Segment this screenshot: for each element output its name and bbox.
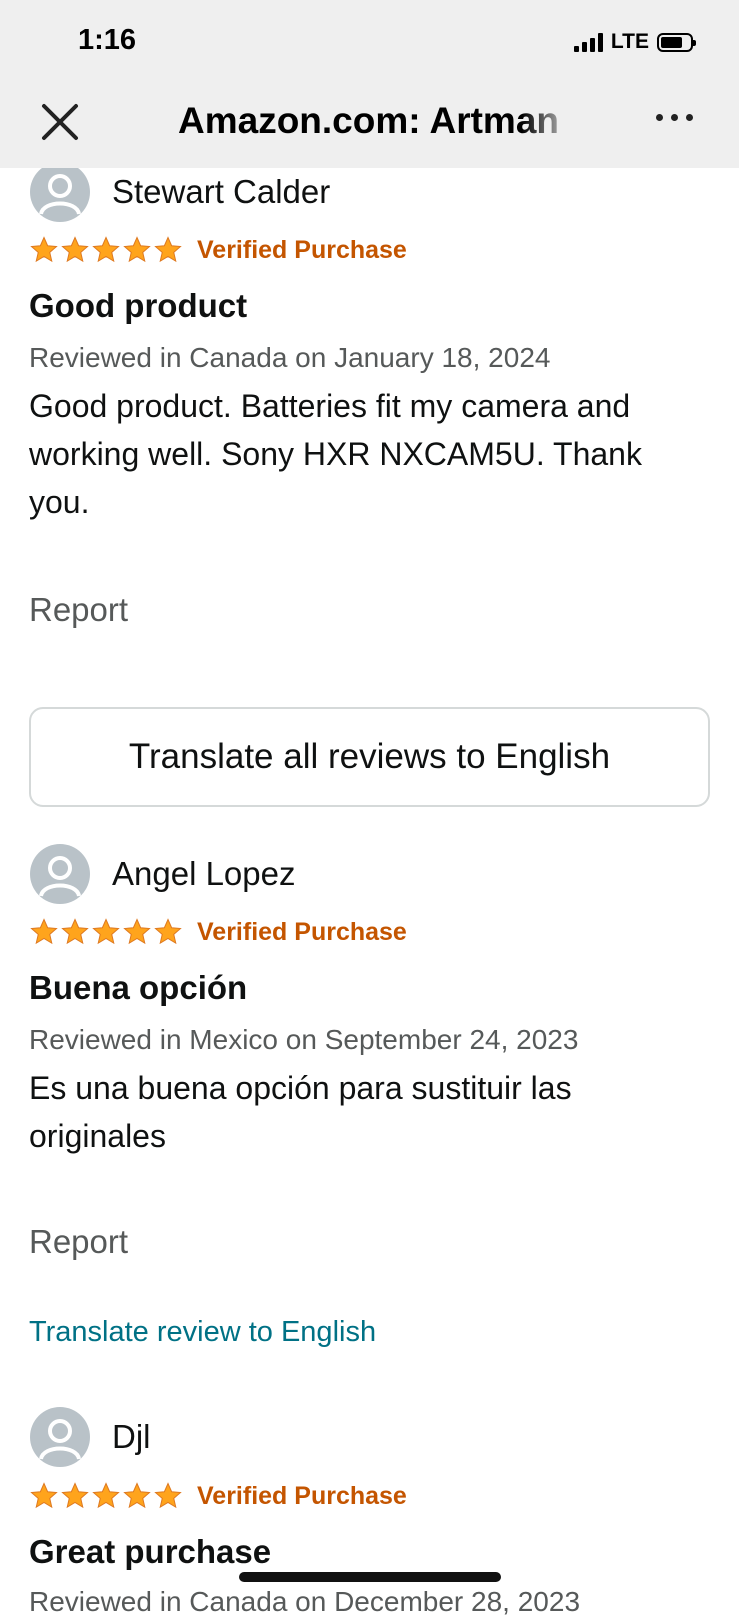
star-icon — [61, 236, 89, 263]
dot-icon — [686, 114, 693, 121]
star-rating — [29, 1481, 183, 1511]
reviewer-name[interactable]: Stewart Calder — [112, 173, 330, 211]
avatar — [30, 1407, 90, 1467]
close-button[interactable] — [38, 100, 82, 144]
close-icon — [42, 104, 78, 140]
reviewer-name[interactable]: Djl — [112, 1418, 151, 1456]
star-icon — [154, 1482, 182, 1509]
star-icon — [123, 236, 151, 263]
reviewer: Djl — [30, 1407, 151, 1467]
verified-purchase-badge: Verified Purchase — [197, 917, 407, 946]
star-rating — [29, 917, 183, 947]
star-icon — [123, 918, 151, 945]
reviewer: Angel Lopez — [30, 844, 295, 904]
translate-all-button[interactable]: Translate all reviews to English — [29, 707, 710, 807]
reviewer: Stewart Calder — [30, 162, 330, 222]
dot-icon — [671, 114, 678, 121]
person-icon — [39, 856, 81, 897]
more-options-button[interactable] — [656, 114, 693, 121]
status-icons: LTE — [573, 30, 696, 54]
reviews-page: Stewart Calder Verified Purchase Good pr… — [0, 0, 739, 1617]
report-link[interactable]: Report — [29, 591, 128, 629]
star-icon — [92, 1482, 120, 1509]
star-icon — [30, 236, 58, 263]
verified-purchase-badge: Verified Purchase — [197, 235, 407, 264]
star-rating — [29, 235, 183, 265]
rating-row: Verified Purchase — [29, 1481, 407, 1511]
review-date: Reviewed in Canada on January 18, 2024 — [29, 342, 551, 373]
rating-row: Verified Purchase — [29, 917, 407, 947]
page-title: Amazon.com: Artman — [178, 100, 560, 141]
network-type: LTE — [610, 30, 649, 53]
reviewer-name[interactable]: Angel Lopez — [112, 855, 295, 893]
star-icon — [123, 1482, 151, 1509]
rating-row: Verified Purchase — [29, 235, 407, 265]
star-icon — [61, 918, 89, 945]
home-indicator[interactable] — [239, 1572, 501, 1582]
person-icon — [39, 174, 81, 215]
dot-icon — [656, 114, 663, 121]
star-icon — [30, 1482, 58, 1509]
star-icon — [92, 918, 120, 945]
review-title: Great purchase — [29, 1533, 272, 1570]
star-icon — [154, 236, 182, 263]
status-time: 1:16 — [78, 24, 137, 56]
avatar — [30, 844, 90, 904]
person-icon — [39, 1419, 81, 1460]
review-date: Reviewed in Canada on December 28, 2023 — [29, 1586, 581, 1617]
report-link[interactable]: Report — [29, 1223, 128, 1261]
review-title: Buena opción — [29, 969, 248, 1006]
review-body: Good product. Batteries fit my camera an… — [29, 388, 642, 520]
verified-purchase-badge: Verified Purchase — [197, 1481, 407, 1510]
review-body: Es una buena opción para sustituir las o… — [29, 1070, 572, 1154]
browser-header: 1:16 LTE Amazon.com: Artman — [0, 0, 739, 168]
battery-icon — [657, 32, 696, 52]
avatar — [30, 162, 90, 222]
translate-review-link[interactable]: Translate review to English — [29, 1316, 376, 1349]
review-title: Good product — [29, 287, 248, 324]
star-icon — [154, 918, 182, 945]
cellular-signal-icon — [573, 32, 603, 52]
review-date: Reviewed in Mexico on September 24, 2023 — [29, 1024, 579, 1055]
star-icon — [92, 236, 120, 263]
star-icon — [30, 918, 58, 945]
star-icon — [61, 1482, 89, 1509]
